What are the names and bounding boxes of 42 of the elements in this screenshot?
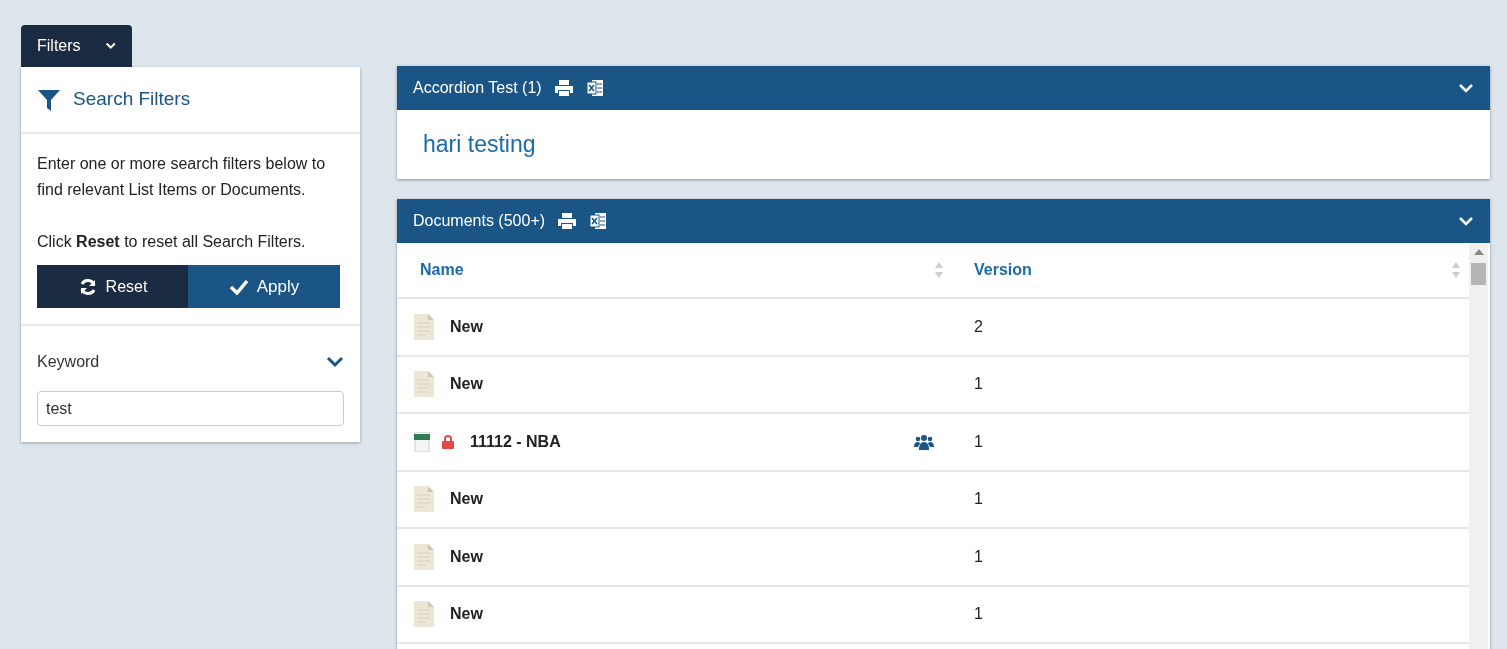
document-name[interactable]: New [450,544,483,569]
column-header[interactable]: Version [974,258,1032,282]
panel-title: Search Filters [73,87,191,112]
chevron-down-icon [104,41,116,51]
version-cell: 2 [974,317,983,335]
scrollbar[interactable] [1469,243,1488,649]
item-link[interactable]: hari testing [423,127,536,162]
scrollbar-thumb[interactable] [1471,263,1486,285]
panel-title: Documents (500+) [413,211,546,231]
document-name[interactable]: New [450,372,483,397]
version-cell: 1 [974,432,983,450]
version-cell: 1 [974,547,983,565]
document-icon [414,371,434,398]
printer-icon[interactable] [557,212,578,230]
keyword-field[interactable]: test [37,391,344,426]
filter-icon [37,87,61,112]
spreadsheet-export-icon[interactable] [589,212,608,230]
document-icon [414,486,434,513]
reset-hint-text: Click Reset to reset all Search Filters. [37,232,307,252]
document-icon [414,543,434,570]
column-header[interactable]: Name [420,258,464,282]
spreadsheet-export-icon[interactable] [585,79,604,97]
document-name[interactable]: New [450,602,483,627]
version-cell: 1 [974,375,983,393]
printer-icon[interactable] [553,79,574,97]
keyword-label: Keyword [37,352,100,372]
spreadsheet-file-icon [414,431,430,452]
apply-button[interactable]: Apply [188,265,340,308]
filters-tab[interactable]: Filters [21,25,132,67]
document-name[interactable]: New [450,487,483,512]
document-icon [414,313,434,340]
panel-title: Accordion Test (1) [413,78,542,98]
document-icon [414,601,434,628]
instructions-text: Enter one or more search filters below to find relevant List Items or Documents. [37,154,327,200]
document-name[interactable]: 11112 - NBA [470,429,561,454]
reset-button[interactable]: Reset [37,265,188,308]
version-cell: 1 [974,605,983,623]
scroll-up-icon[interactable] [1473,249,1484,255]
version-cell: 1 [974,490,983,508]
chevron-down-icon[interactable] [326,356,344,368]
checkmark-icon [228,278,249,295]
document-name[interactable]: New [450,314,483,339]
